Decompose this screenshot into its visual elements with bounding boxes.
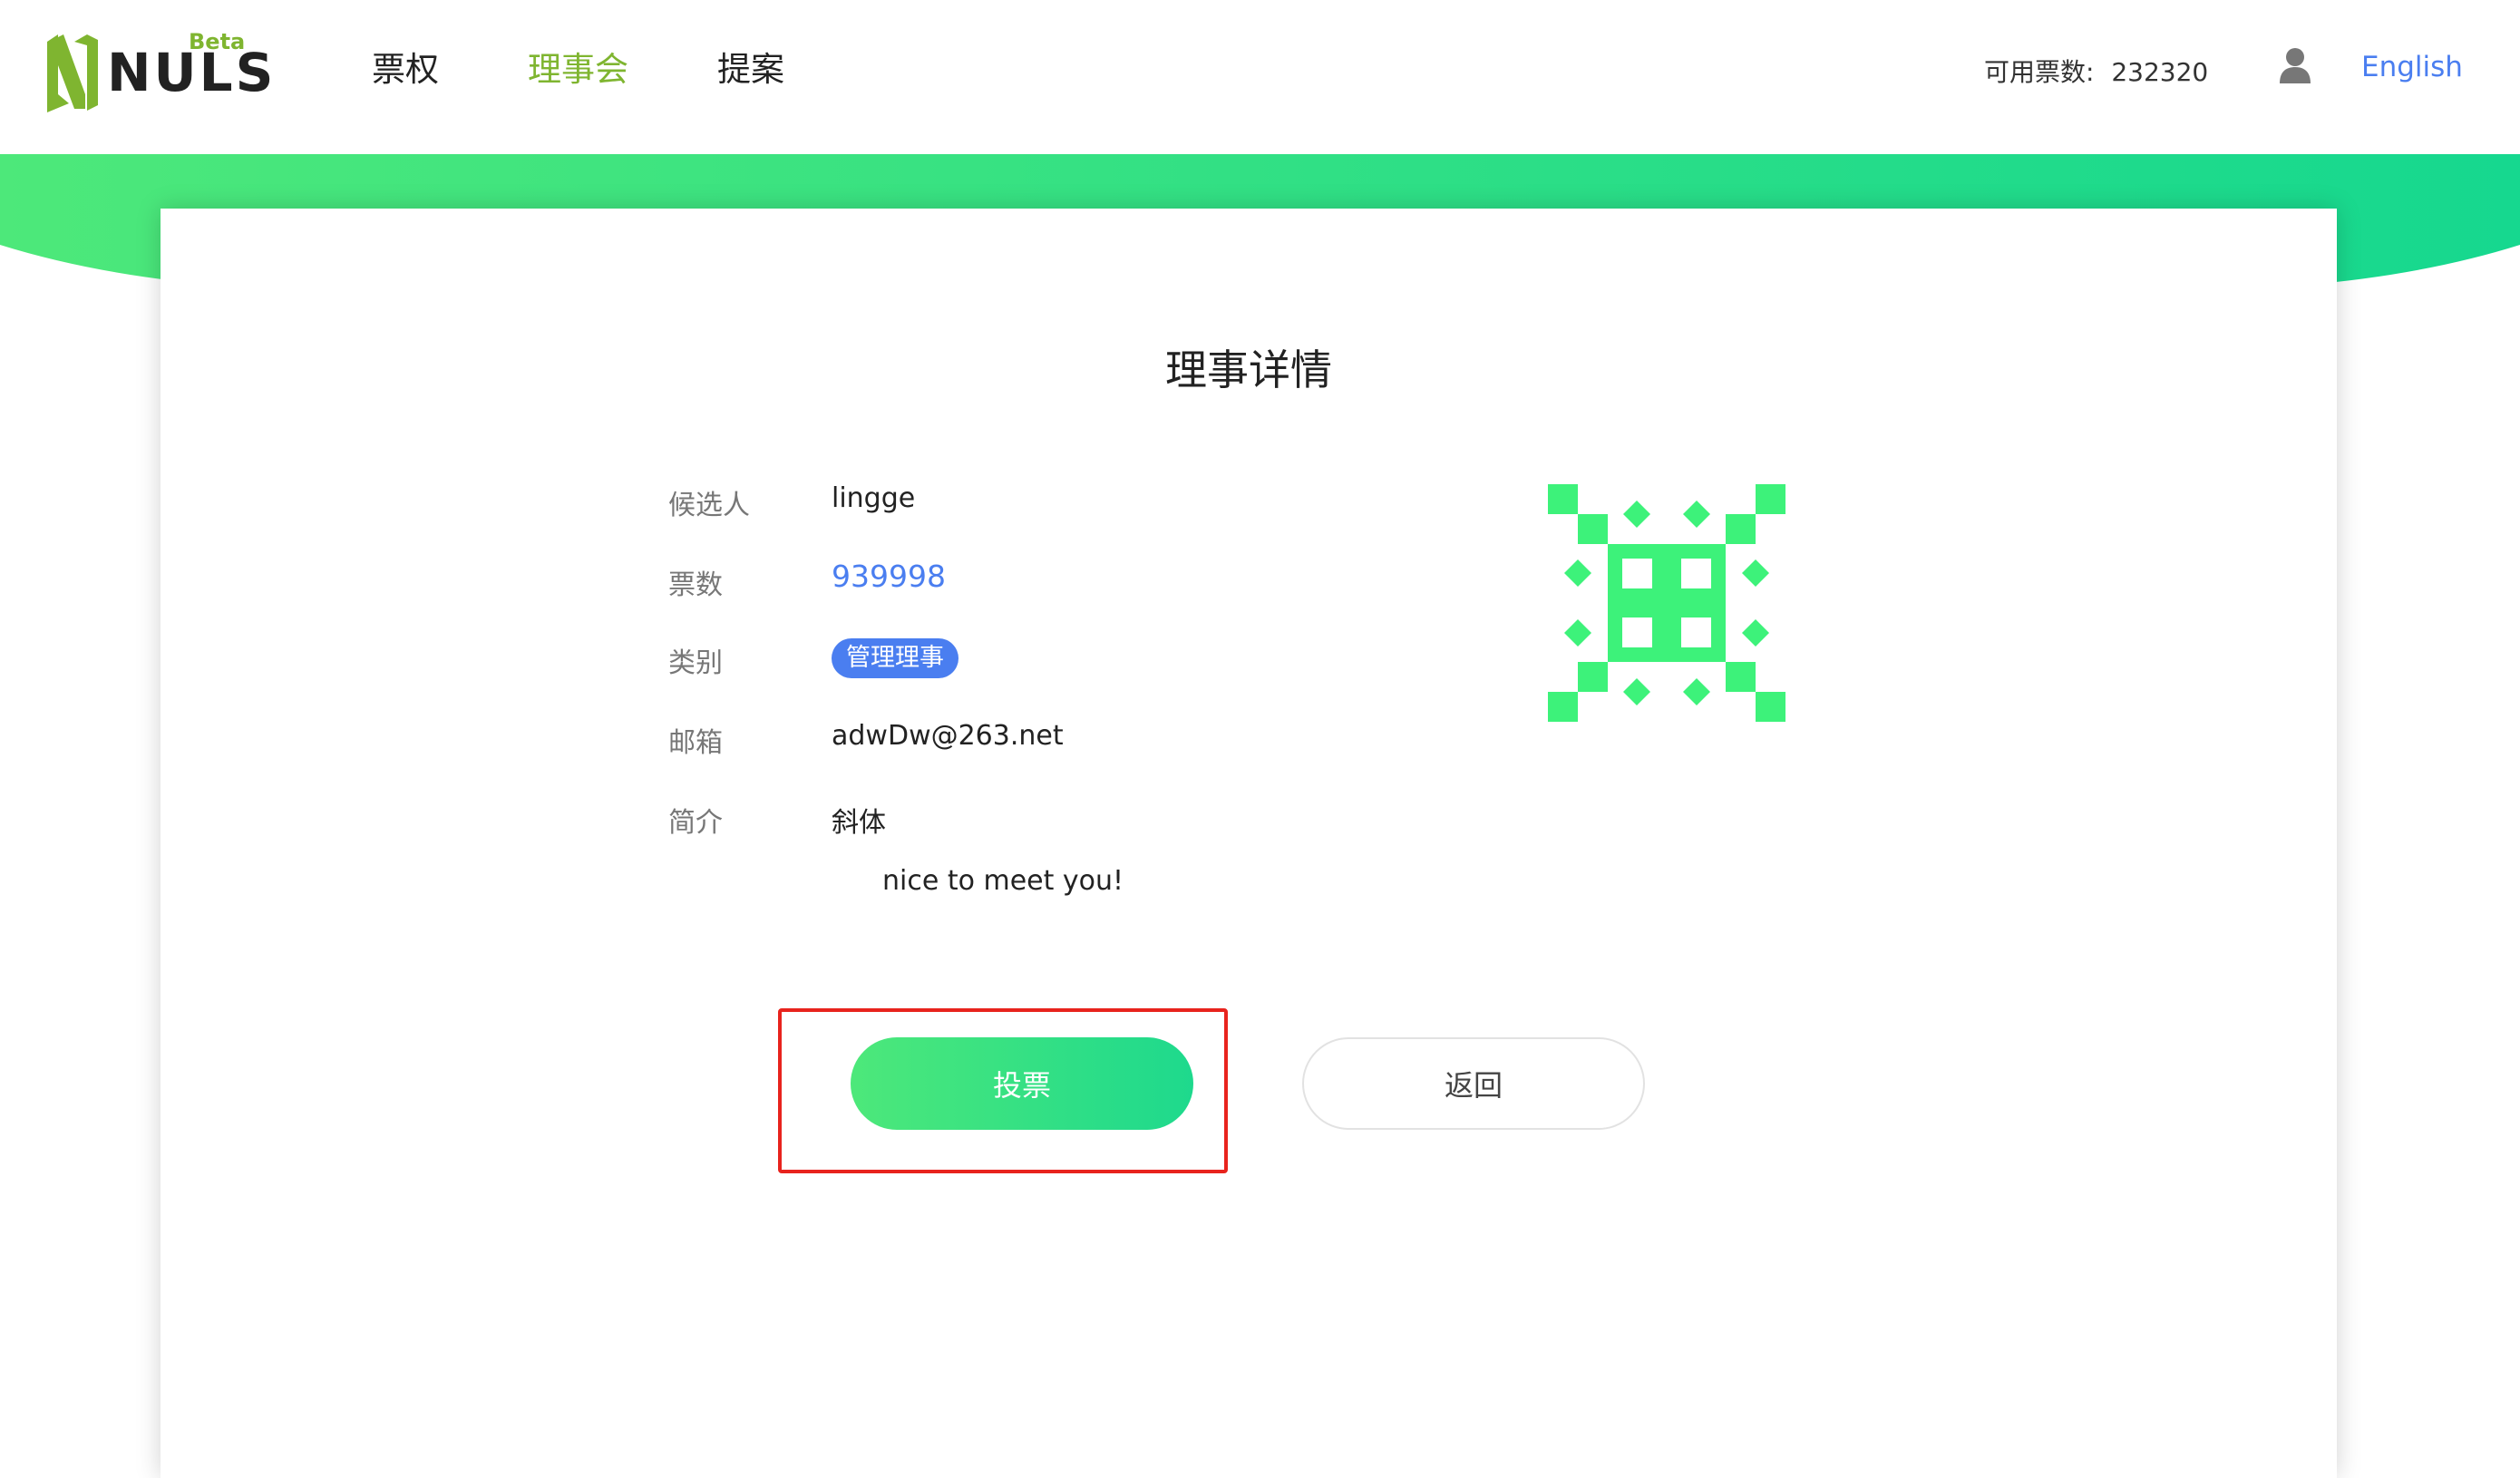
vote-count-label: 票数	[668, 569, 723, 601]
nuls-logo-icon	[47, 34, 98, 112]
main-nav: 票权 理事会 提案	[372, 42, 873, 91]
available-votes-value: 232320	[2111, 57, 2209, 87]
beta-badge: Beta	[189, 29, 246, 54]
intro-value: 斜体	[832, 807, 886, 839]
council-detail-card: 理事详情 候选人 lingge 票数 939998 类别 管理理事 邮箱 adw…	[161, 209, 2337, 1478]
user-icon[interactable]	[2278, 47, 2312, 83]
nav-item-council[interactable]: 理事会	[528, 42, 628, 91]
candidate-label: 候选人	[668, 490, 750, 521]
page-title: 理事详情	[1165, 345, 1332, 394]
category-label: 类别	[668, 647, 723, 679]
identicon-avatar	[1548, 484, 1785, 722]
available-votes-label: 可用票数:	[1984, 57, 2095, 87]
nav-item-votes[interactable]: 票权	[372, 42, 439, 91]
email-label: 邮箱	[668, 727, 723, 759]
vote-count-value[interactable]: 939998	[832, 559, 946, 594]
available-votes: 可用票数: 232320	[1984, 53, 2208, 89]
back-button[interactable]: 返回	[1302, 1037, 1645, 1130]
candidate-value: lingge	[832, 482, 916, 514]
intro-body: nice to meet you!	[882, 865, 1124, 897]
category-badge: 管理理事	[832, 638, 958, 678]
nuls-logo[interactable]: NULS Beta	[45, 29, 273, 112]
intro-label: 简介	[668, 807, 723, 839]
vote-button[interactable]: 投票	[851, 1037, 1193, 1130]
top-navbar: NULS Beta 票权 理事会 提案 可用票数: 232320 English	[0, 0, 2520, 154]
language-switch[interactable]: English	[2361, 51, 2463, 83]
nav-item-proposals[interactable]: 提案	[717, 42, 784, 91]
email-value: adwDw@263.net	[832, 720, 1064, 752]
